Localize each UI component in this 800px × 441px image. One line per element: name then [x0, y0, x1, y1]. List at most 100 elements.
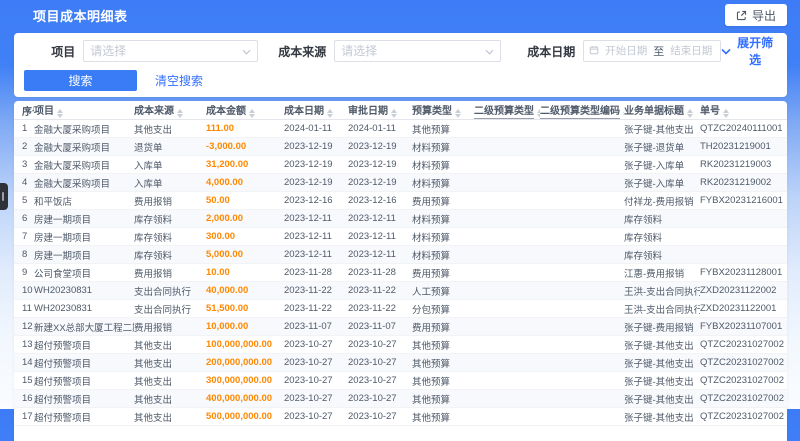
column-header-11[interactable]: 单号 — [700, 101, 787, 120]
table-row: 7 房建一期项目 库存领料 300.00 2023-12-11 2023-12-11 材料预… — [14, 227, 787, 246]
cell-cost-source: 支出合同执行 — [134, 299, 206, 318]
cell-approval-date: 2023-12-16 — [348, 191, 412, 210]
table-row: 12 新建XX总部大厦工程二期 费用报销 10,000.00 2023-11-07 202… — [14, 317, 787, 336]
cell-sub-budget-type-code — [540, 173, 624, 192]
cell-cost-date: 2023-10-27 — [284, 335, 348, 354]
floating-panel-handle[interactable] — [0, 183, 8, 210]
cell-sub-budget-type — [474, 335, 540, 354]
column-header-3[interactable]: 成本来源 — [134, 101, 206, 120]
cell-approval-date: 2023-12-11 — [348, 209, 412, 228]
column-header-4[interactable]: 成本金额 — [206, 101, 284, 120]
sort-icon[interactable] — [391, 109, 397, 118]
cell-index: 7 — [14, 227, 34, 246]
project-select[interactable] — [83, 40, 259, 62]
start-date-input[interactable] — [602, 44, 651, 58]
sort-icon[interactable] — [455, 109, 461, 118]
table-row: 16 超付预警项目 其他支出 400,000,000.00 2023-10-27 2023… — [14, 389, 787, 408]
cell-approval-date: 2023-10-27 — [348, 371, 412, 390]
cell-doc-title: 张子键-入库单 — [624, 155, 700, 174]
cell-cost-source: 库存领料 — [134, 245, 206, 264]
clear-search-button[interactable]: 清空搜索 — [151, 72, 207, 89]
table-row: 1 金融大厦采购项目 其他支出 111.00 2024-01-11 2024-01-11 其… — [14, 119, 787, 138]
sort-icon[interactable] — [249, 109, 255, 118]
cell-project: 超付预警项目 — [34, 335, 134, 354]
sort-icon[interactable] — [177, 109, 183, 118]
cell-cost-date: 2023-11-22 — [284, 281, 348, 300]
cell-budget-type: 材料预算 — [412, 209, 474, 228]
cell-doc-title: 张子键-退货单 — [624, 137, 700, 156]
cell-budget-type: 其他预算 — [412, 407, 474, 426]
cell-cost-amount: 500,000,000.00 — [206, 407, 284, 426]
cell-project: 和平饭店 — [34, 191, 134, 210]
column-header-6[interactable]: 审批日期 — [348, 101, 412, 120]
cell-cost-amount: 4,000.00 — [206, 173, 284, 192]
cell-approval-date: 2023-10-27 — [348, 335, 412, 354]
column-header-2[interactable]: 项目 — [34, 101, 134, 120]
cell-approval-date: 2023-10-27 — [348, 353, 412, 372]
search-button[interactable]: 搜索 — [24, 70, 137, 91]
column-header-10[interactable]: 业务单据标题 — [624, 101, 700, 120]
cell-cost-amount: 51,500.00 — [206, 299, 284, 318]
page-title: 项目成本明细表 — [33, 8, 128, 24]
source-select[interactable] — [334, 40, 502, 62]
column-label: 序号 — [22, 106, 34, 118]
cell-sub-budget-type — [474, 137, 540, 156]
cell-index: 14 — [14, 353, 34, 372]
cell-cost-date: 2023-12-16 — [284, 191, 348, 210]
chevron-down-icon — [242, 42, 251, 60]
source-filter-label: 成本来源 — [278, 44, 327, 59]
calendar-icon — [589, 42, 599, 60]
cell-doc-number: ZXD20231122001 — [700, 299, 787, 318]
cell-cost-source: 费用报销 — [134, 263, 206, 282]
cell-doc-number: FYBX20231216001 — [700, 191, 787, 210]
column-header-9[interactable]: 二级预算类型编码 — [540, 101, 624, 120]
column-header-5[interactable]: 成本日期 — [284, 101, 348, 120]
table-header-row: 序号项目 成本来源 成本金额 成本日期 审批日期 预算类型 二级预算类型二级预算类型编码业务… — [14, 101, 787, 120]
cell-budget-type: 人工预算 — [412, 281, 474, 300]
cell-index: 13 — [14, 335, 34, 354]
cell-index: 4 — [14, 173, 34, 192]
expand-filters-link[interactable]: 展开筛选 — [721, 34, 775, 68]
sort-icon[interactable] — [687, 109, 693, 118]
cell-sub-budget-type-code — [540, 119, 624, 138]
cell-project: 超付预警项目 — [34, 353, 134, 372]
cell-doc-number: RK20231219003 — [700, 155, 787, 174]
cell-index: 9 — [14, 263, 34, 282]
column-header-7[interactable]: 预算类型 — [412, 101, 474, 120]
cell-doc-title: 库存领料 — [624, 227, 700, 246]
cell-cost-source: 入库单 — [134, 173, 206, 192]
table-row: 9 公司食堂项目 费用报销 10.00 2023-11-28 2023-11-28 费用预算… — [14, 263, 787, 282]
column-label: 成本来源 — [134, 106, 174, 117]
cell-sub-budget-type-code — [540, 335, 624, 354]
expand-filters-label: 展开筛选 — [737, 36, 774, 67]
table-row: 15 超付预警项目 其他支出 300,000,000.00 2023-10-27 2023… — [14, 371, 787, 390]
cell-approval-date: 2023-12-19 — [348, 137, 412, 156]
cell-doc-number: QTZC20231027002 — [700, 335, 787, 354]
cell-cost-amount: 31,200.00 — [206, 155, 284, 174]
cell-cost-source: 其他支出 — [134, 389, 206, 408]
column-label: 成本金额 — [206, 106, 246, 117]
cell-sub-budget-type-code — [540, 281, 624, 300]
cell-budget-type: 分包预算 — [412, 299, 474, 318]
sort-icon[interactable] — [723, 109, 729, 118]
table-row: 3 金融大厦采购项目 入库单 31,200.00 2023-12-19 2023-12-1… — [14, 155, 787, 174]
column-header-8[interactable]: 二级预算类型 — [474, 101, 540, 120]
cell-approval-date: 2023-12-11 — [348, 245, 412, 264]
cell-cost-date: 2023-11-22 — [284, 299, 348, 318]
end-date-input[interactable] — [667, 44, 716, 58]
cell-cost-date: 2023-10-27 — [284, 353, 348, 372]
cell-project: 房建一期项目 — [34, 209, 134, 228]
cell-cost-source: 费用报销 — [134, 191, 206, 210]
project-filter-label: 项目 — [51, 44, 76, 59]
cell-sub-budget-type-code — [540, 191, 624, 210]
export-button[interactable]: 导出 — [724, 4, 787, 26]
project-select-input[interactable] — [84, 44, 243, 58]
table-row: 2 金融大厦采购项目 退货单 -3,000.00 2023-12-19 2023-12-1… — [14, 137, 787, 156]
cell-doc-number: QTZC20231027002 — [700, 353, 787, 372]
column-label: 项目 — [34, 106, 54, 117]
cost-date-range-picker[interactable]: 至 — [583, 40, 722, 62]
sort-icon[interactable] — [57, 109, 63, 118]
sort-icon[interactable] — [327, 109, 333, 118]
source-select-input[interactable] — [335, 44, 486, 58]
cell-cost-date: 2023-11-28 — [284, 263, 348, 282]
